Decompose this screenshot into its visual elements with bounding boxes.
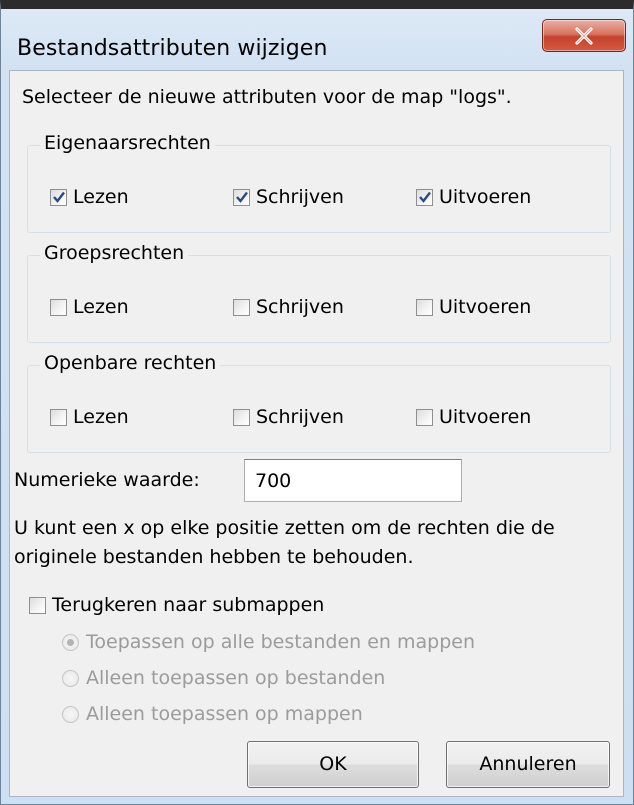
info-line: U kunt een x op elke positie zetten om d…: [14, 517, 555, 539]
intro-text: Selecteer de nieuwe attributen voor de m…: [22, 86, 512, 108]
checkbox-box[interactable]: [233, 188, 250, 206]
checkbox-owner-read[interactable]: Lezen: [50, 182, 129, 212]
checkbox-owner-write[interactable]: Schrijven: [233, 182, 344, 212]
info-line: originele bestanden hebben te behouden.: [14, 546, 414, 568]
checkbox-label: Lezen: [73, 296, 129, 318]
checkbox-owner-execute[interactable]: Uitvoeren: [416, 182, 531, 212]
checkbox-label: Uitvoeren: [439, 406, 532, 428]
group-label: Openbare rechten: [40, 352, 221, 374]
cancel-button[interactable]: Annuleren: [446, 741, 610, 788]
numeric-value-input[interactable]: [244, 459, 462, 502]
checkbox-box[interactable]: [416, 188, 433, 206]
checkmark-icon: [419, 191, 431, 203]
checkbox-box[interactable]: [50, 188, 67, 206]
checkbox-public-execute[interactable]: Uitvoeren: [416, 402, 531, 432]
checkbox-label: Schrijven: [256, 406, 344, 428]
group-public-permissions: Openbare rechten Lezen Schrijven Uitvoer…: [27, 352, 611, 453]
radio-apply-files[interactable]: Alleen toepassen op bestanden: [62, 664, 385, 692]
checkbox-public-write[interactable]: Schrijven: [233, 402, 344, 432]
checkbox-box[interactable]: [416, 408, 433, 426]
title-bar[interactable]: Bestandsattributen wijzigen: [1, 9, 633, 79]
checkbox-box[interactable]: [233, 298, 250, 316]
checkmark-icon: [53, 191, 65, 203]
checkbox-box[interactable]: [233, 408, 250, 426]
checkbox-label: Terugkeren naar submappen: [52, 594, 325, 616]
checkbox-public-read[interactable]: Lezen: [50, 402, 129, 432]
checkbox-label: Lezen: [73, 186, 129, 208]
group-group-permissions: Groepsrechten Lezen Schrijven Uitvoeren: [27, 242, 611, 343]
radio-label: Alleen toepassen op mappen: [86, 703, 363, 725]
checkbox-label: Schrijven: [256, 186, 344, 208]
checkbox-label: Schrijven: [256, 296, 344, 318]
radio-label: Toepassen op alle bestanden en mappen: [86, 631, 476, 653]
close-icon: [575, 27, 593, 45]
checkbox-group-execute[interactable]: Uitvoeren: [416, 292, 531, 322]
radio-circle[interactable]: [62, 705, 79, 723]
radio-apply-folders[interactable]: Alleen toepassen op mappen: [62, 700, 363, 728]
radio-label: Alleen toepassen op bestanden: [86, 667, 386, 689]
group-label: Eigenaarsrechten: [40, 132, 215, 154]
info-text: U kunt een x op elke positie zetten om d…: [14, 514, 629, 572]
checkbox-box[interactable]: [29, 596, 46, 614]
checkbox-box[interactable]: [50, 298, 67, 316]
radio-apply-all[interactable]: Toepassen op alle bestanden en mappen: [62, 628, 475, 656]
radio-circle[interactable]: [62, 633, 79, 651]
close-button[interactable]: [542, 19, 626, 52]
checkbox-box[interactable]: [416, 298, 433, 316]
group-owner-permissions: Eigenaarsrechten Lezen Schrijven Uitvoer…: [27, 132, 611, 233]
checkmark-icon: [236, 191, 248, 203]
radio-circle[interactable]: [62, 669, 79, 687]
window-title: Bestandsattributen wijzigen: [17, 36, 328, 61]
checkbox-recurse-subfolders[interactable]: Terugkeren naar submappen: [29, 590, 324, 620]
checkbox-label: Lezen: [73, 406, 129, 428]
numeric-value-label: Numerieke waarde:: [14, 469, 200, 491]
checkbox-group-read[interactable]: Lezen: [50, 292, 129, 322]
checkbox-box[interactable]: [50, 408, 67, 426]
checkbox-label: Uitvoeren: [439, 296, 532, 318]
group-label: Groepsrechten: [40, 242, 189, 264]
checkbox-group-write[interactable]: Schrijven: [233, 292, 344, 322]
ok-button[interactable]: OK: [247, 741, 419, 788]
checkbox-label: Uitvoeren: [439, 186, 532, 208]
